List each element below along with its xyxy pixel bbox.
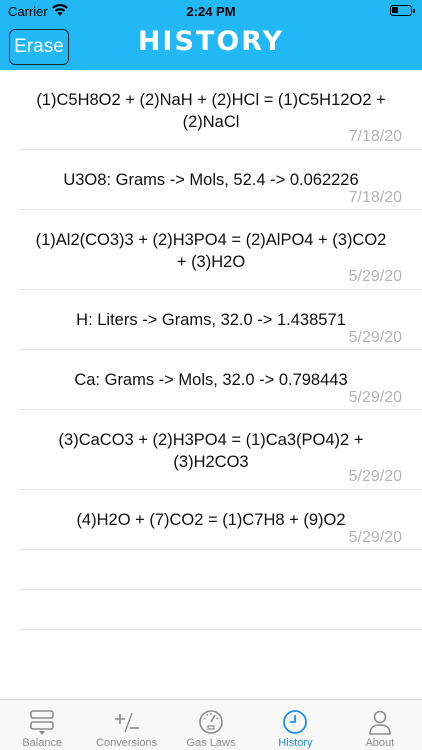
history-entry-text: U3O8: Grams -> Mols, 52.4 -> 0.062226	[63, 171, 359, 189]
history-entry-text: H: Liters -> Grams, 32.0 -> 1.438571	[76, 311, 346, 329]
tab-label: About	[365, 737, 395, 749]
clock: 2:24 PM	[186, 4, 236, 19]
history-entry-text: (3)CaCO3 + (2)H3PO4 = (1)Ca3(PO4)2 +	[58, 431, 364, 449]
history-entry-text: (1)Al2(CO3)3 + (2)H3PO4 = (2)AlPO4 + (3)…	[35, 231, 387, 249]
history-row[interactable]: U3O8: Grams -> Mols, 52.4 -> 0.062226 7/…	[20, 150, 422, 210]
history-entry-date: 7/18/20	[348, 189, 402, 206]
history-entry-date: 7/18/20	[348, 128, 402, 145]
history-entry-text: Ca: Grams -> Mols, 32.0 -> 0.798443	[74, 371, 348, 389]
history-entry-date: 5/29/20	[348, 468, 402, 485]
gauge-icon	[199, 710, 223, 734]
tab-conversions[interactable]: Conversions	[84, 700, 168, 750]
balance-icon	[30, 710, 55, 735]
battery-icon	[390, 5, 415, 16]
history-row[interactable]: Ca: Grams -> Mols, 32.0 -> 0.798443 5/29…	[20, 350, 422, 410]
clock-icon	[283, 710, 308, 734]
tab-bar: Balance Conversions Gas Laws History Abo…	[0, 699, 422, 750]
tab-history[interactable]: History	[253, 700, 337, 750]
history-row[interactable]: (1)C5H8O2 + (2)NaH + (2)HCl = (1)C5H12O2…	[20, 70, 422, 150]
tab-label: History	[278, 737, 313, 749]
history-row[interactable]: (1)Al2(CO3)3 + (2)H3PO4 = (2)AlPO4 + (3)…	[20, 210, 422, 290]
history-entry-text: (1)C5H8O2 + (2)NaH + (2)HCl = (1)C5H12O2…	[36, 91, 386, 109]
tab-about[interactable]: About	[338, 700, 422, 750]
navigation-header: Carrier 2:24 PM Erase HISTORY	[0, 0, 422, 70]
history-entry-date: 5/29/20	[348, 389, 402, 406]
empty-row	[20, 550, 422, 590]
plus-minus-icon	[114, 712, 139, 733]
tab-label: Conversions	[96, 737, 158, 749]
history-entry-date: 5/29/20	[348, 529, 402, 546]
page-title: HISTORY	[137, 26, 285, 57]
tab-label: Gas Laws	[186, 737, 236, 749]
person-icon	[369, 710, 391, 735]
history-entry-date: 5/29/20	[348, 329, 402, 346]
history-entry-date: 5/29/20	[348, 268, 402, 285]
history-row[interactable]: (3)CaCO3 + (2)H3PO4 = (1)Ca3(PO4)2 + (3)…	[20, 410, 422, 490]
tab-label: Balance	[22, 737, 63, 749]
history-row[interactable]: H: Liters -> Grams, 32.0 -> 1.438571 5/2…	[20, 290, 422, 350]
history-entry-text: (4)H2O + (7)CO2 = (1)C7H8 + (9)O2	[76, 511, 346, 529]
empty-row	[20, 590, 422, 630]
tab-gas-laws[interactable]: Gas Laws	[169, 700, 253, 750]
history-row[interactable]: (4)H2O + (7)CO2 = (1)C7H8 + (9)O2 5/29/2…	[20, 490, 422, 550]
history-list[interactable]: (1)C5H8O2 + (2)NaH + (2)HCl = (1)C5H12O2…	[0, 70, 422, 630]
tab-balance[interactable]: Balance	[0, 700, 84, 750]
status-bar: Carrier 2:24 PM	[0, 0, 422, 22]
